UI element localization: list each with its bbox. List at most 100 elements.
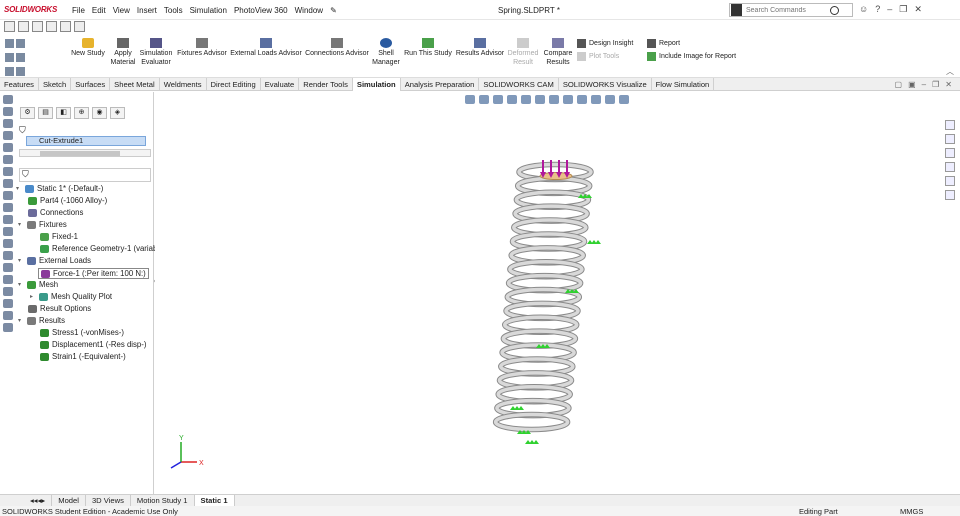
menu-edit[interactable]: Edit [92, 6, 106, 15]
feature-icon-4[interactable] [3, 131, 13, 140]
minimize-icon[interactable]: – [887, 4, 892, 15]
save-icon[interactable] [16, 39, 25, 48]
collapse-icon[interactable]: ▾ [18, 281, 24, 288]
open-icon[interactable] [18, 21, 29, 32]
tab-motion-study-1[interactable]: Motion Study 1 [131, 495, 195, 506]
horizontal-scrollbar[interactable] [19, 149, 151, 157]
resources-icon[interactable] [945, 120, 955, 130]
edit-appearance-icon[interactable] [577, 95, 587, 104]
tree-item-reference-geometry[interactable]: Reference Geometry-1 (variab [40, 244, 157, 253]
user-icon[interactable]: ☺ [859, 4, 868, 15]
feature-icon-6[interactable] [3, 155, 13, 164]
fixtures-advisor-button[interactable]: Fixtures Advisor [176, 38, 228, 58]
feature-icon-16[interactable] [3, 275, 13, 284]
compare-results-button[interactable]: Compare Results [542, 38, 574, 67]
configuration-manager-icon[interactable]: ◧ [56, 107, 71, 119]
rebuild-icon[interactable] [5, 67, 14, 76]
report-button[interactable]: Report [647, 39, 680, 48]
appearances-icon[interactable] [945, 176, 955, 186]
status-units[interactable]: MMGS [900, 507, 923, 516]
feature-icon-2[interactable] [3, 107, 13, 116]
doc-restore-icon[interactable]: ❐ [932, 80, 939, 89]
scrollbar-thumb[interactable] [40, 151, 120, 156]
tab-weldments[interactable]: Weldments [160, 78, 207, 91]
plot-tools-button[interactable]: Plot Tools [577, 52, 619, 61]
menu-tools[interactable]: Tools [164, 6, 183, 15]
feature-icon-14[interactable] [3, 251, 13, 260]
zoom-to-fit-icon[interactable] [465, 95, 475, 104]
new-study-button[interactable]: New Study [68, 38, 108, 58]
feature-icon-15[interactable] [3, 263, 13, 272]
tab-simulation[interactable]: Simulation [352, 78, 401, 91]
settings-icon[interactable] [16, 67, 25, 76]
view-settings-icon[interactable] [605, 95, 615, 104]
tab-flow-simulation[interactable]: Flow Simulation [652, 78, 715, 91]
tab-3d-views[interactable]: 3D Views [86, 495, 131, 506]
feature-icon-5[interactable] [3, 143, 13, 152]
connections-advisor-button[interactable]: Connections Advisor [304, 38, 370, 58]
tile-icon[interactable]: ▢ [895, 80, 903, 89]
feature-icon-9[interactable] [3, 191, 13, 200]
menu-view[interactable]: View [113, 6, 130, 15]
graphics-area[interactable]: XY [155, 92, 943, 494]
search-input[interactable] [742, 6, 830, 14]
tab-features[interactable]: Features [0, 78, 39, 91]
collapse-icon[interactable]: ▾ [16, 185, 22, 192]
feature-icon-18[interactable] [3, 299, 13, 308]
doc-minimize-icon[interactable]: – [922, 80, 926, 89]
feature-icon-13[interactable] [3, 239, 13, 248]
selected-feature[interactable]: Cut-Extrude1 [26, 136, 146, 146]
solidworks-logo[interactable]: SOLIDWORKS [4, 5, 57, 14]
menu-simulation[interactable]: Simulation [190, 6, 227, 15]
fixture-marker[interactable] [510, 406, 524, 410]
collapse-icon[interactable]: ▾ [18, 257, 24, 264]
doc-close-icon[interactable]: ✕ [945, 80, 952, 89]
property-manager-icon[interactable]: ▤ [38, 107, 53, 119]
display-manager-icon[interactable]: ◉ [92, 107, 107, 119]
expand-icon[interactable]: ▸ [30, 293, 36, 300]
feature-icon-11[interactable] [3, 215, 13, 224]
tab-sketch[interactable]: Sketch [39, 78, 72, 91]
options-icon[interactable] [60, 21, 71, 32]
external-loads-advisor-button[interactable]: External Loads Advisor [230, 38, 302, 58]
feature-icon-7[interactable] [3, 167, 13, 176]
tab-solidworks-visualize[interactable]: SOLIDWORKS Visualize [559, 78, 652, 91]
select-icon[interactable] [46, 21, 57, 32]
close-icon[interactable]: ✕ [914, 4, 922, 15]
shell-manager-button[interactable]: Shell Manager [370, 38, 402, 67]
tree-item-force-1[interactable]: Force-1 (:Per item: 100 N:) [38, 268, 149, 279]
feature-icon-12[interactable] [3, 227, 13, 236]
save-icon[interactable] [74, 21, 85, 32]
tree-item-result-options[interactable]: Result Options [28, 304, 91, 313]
view-orientation-icon[interactable] [535, 95, 545, 104]
menu-window[interactable]: Window [295, 6, 323, 15]
collapse-icon[interactable]: ▾ [18, 317, 24, 324]
hide-show-icon[interactable] [563, 95, 573, 104]
collapse-ribbon-icon[interactable]: ︿ [946, 66, 954, 77]
restore-icon[interactable]: ❐ [899, 4, 907, 15]
tab-analysis-preparation[interactable]: Analysis Preparation [401, 78, 480, 91]
cam-manager-icon[interactable]: ◈ [110, 107, 125, 119]
tree-item-displacement1[interactable]: Displacement1 (-Res disp-) [40, 340, 146, 349]
feature-icon-20[interactable] [3, 323, 13, 332]
scene-icon[interactable] [591, 95, 601, 104]
feature-icon-3[interactable] [3, 119, 13, 128]
tab-surfaces[interactable]: Surfaces [71, 78, 111, 91]
search-scope-icon[interactable] [731, 4, 742, 16]
zoom-area-icon[interactable] [479, 95, 489, 104]
search-box[interactable] [729, 3, 853, 17]
results-advisor-button[interactable]: Results Advisor [455, 38, 505, 58]
tab-render-tools[interactable]: Render Tools [299, 78, 353, 91]
tab-direct-editing[interactable]: Direct Editing [207, 78, 261, 91]
tree-item-fixed-1[interactable]: Fixed-1 [40, 232, 78, 241]
display-style-icon[interactable] [549, 95, 559, 104]
deformed-result-button[interactable]: Deformed Result [506, 38, 540, 67]
tree-item-mesh-quality-plot[interactable]: ▸ Mesh Quality Plot [30, 292, 112, 301]
tree-item-strain1[interactable]: Strain1 (-Equivalent-) [40, 352, 126, 361]
bottom-nav-arrows[interactable]: ◂◂◂▸ [0, 495, 53, 506]
feature-icon-10[interactable] [3, 203, 13, 212]
tab-sheet-metal[interactable]: Sheet Metal [110, 78, 160, 91]
tile-icon-2[interactable]: ▣ [908, 80, 916, 89]
home-icon[interactable] [4, 21, 15, 32]
include-image-button[interactable]: Include Image for Report [647, 52, 736, 61]
